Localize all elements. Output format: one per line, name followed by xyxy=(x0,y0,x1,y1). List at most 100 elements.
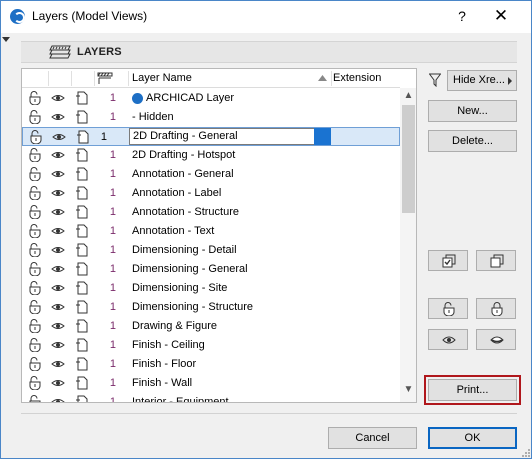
lock-icon[interactable] xyxy=(28,224,42,238)
eye-icon[interactable] xyxy=(51,319,65,333)
lock-icon[interactable] xyxy=(28,357,42,371)
wireframe-icon[interactable] xyxy=(75,281,89,295)
layer-name[interactable]: Interior - Equipment xyxy=(132,396,229,402)
layer-row[interactable]: 1 Annotation - Text xyxy=(22,222,400,241)
new-layer-button[interactable]: New... xyxy=(428,100,517,122)
intersection-group-number[interactable]: 1 xyxy=(97,131,107,143)
scroll-down-icon[interactable]: ▼ xyxy=(400,384,416,398)
eye-icon[interactable] xyxy=(51,205,65,219)
select-all-layers-button[interactable] xyxy=(428,250,468,271)
layer-name[interactable]: Finish - Floor xyxy=(132,358,196,370)
layer-name[interactable]: Dimensioning - Site xyxy=(132,282,227,294)
eye-icon[interactable] xyxy=(51,167,65,181)
layer-row[interactable]: 1 2D Drafting - Hotspot xyxy=(22,146,400,165)
layer-row[interactable]: 1 Finish - Wall xyxy=(22,374,400,393)
intersection-group-number[interactable]: 1 xyxy=(106,244,116,256)
wireframe-icon[interactable] xyxy=(75,167,89,181)
layer-row[interactable]: 1 Finish - Floor xyxy=(22,355,400,374)
eye-icon[interactable] xyxy=(51,262,65,276)
hide-layers-button[interactable] xyxy=(476,329,516,350)
vertical-scrollbar[interactable]: ▲ ▼ xyxy=(400,88,416,402)
lock-icon[interactable] xyxy=(28,300,42,314)
lock-icon[interactable] xyxy=(28,281,42,295)
deselect-layers-button[interactable] xyxy=(476,250,516,271)
wireframe-icon[interactable] xyxy=(75,110,89,124)
lock-icon[interactable] xyxy=(28,110,42,124)
wireframe-icon[interactable] xyxy=(75,338,89,352)
layer-row[interactable]: 1 Annotation - General xyxy=(22,165,400,184)
eye-icon[interactable] xyxy=(51,110,65,124)
wireframe-icon[interactable] xyxy=(75,91,89,105)
layer-row[interactable]: 1 Finish - Ceiling xyxy=(22,336,400,355)
intersection-group-number[interactable]: 1 xyxy=(106,263,116,275)
lock-icon[interactable] xyxy=(28,376,42,390)
layer-row[interactable]: 1 2D Drafting - General xyxy=(22,127,400,146)
wireframe-icon[interactable] xyxy=(75,262,89,276)
wireframe-icon[interactable] xyxy=(75,243,89,257)
lock-icon[interactable] xyxy=(28,205,42,219)
lock-icon[interactable] xyxy=(28,186,42,200)
lock-icon[interactable] xyxy=(29,130,43,144)
ok-button[interactable]: OK xyxy=(428,427,517,449)
layer-row[interactable]: 1 ARCHICAD Layer xyxy=(22,89,400,108)
layer-name[interactable]: Finish - Ceiling xyxy=(132,339,205,351)
close-button[interactable]: ✕ xyxy=(483,4,519,28)
eye-icon[interactable] xyxy=(51,243,65,257)
layer-name[interactable]: Annotation - Text xyxy=(132,225,214,237)
intersection-group-number[interactable]: 1 xyxy=(106,377,116,389)
layer-row[interactable]: 1 Dimensioning - Structure xyxy=(22,298,400,317)
layer-row[interactable]: 1 Dimensioning - Detail xyxy=(22,241,400,260)
layer-row[interactable]: 1 Drawing & Figure xyxy=(22,317,400,336)
intersection-group-number[interactable]: 1 xyxy=(106,168,116,180)
help-button[interactable]: ? xyxy=(447,4,477,28)
lock-icon[interactable] xyxy=(28,91,42,105)
lock-layers-button[interactable] xyxy=(476,298,516,319)
layer-name[interactable]: Annotation - Label xyxy=(132,187,221,199)
layer-row[interactable]: 1 Dimensioning - Site xyxy=(22,279,400,298)
layer-name[interactable]: Dimensioning - Detail xyxy=(132,244,237,256)
intersection-group-number[interactable]: 1 xyxy=(106,225,116,237)
eye-icon[interactable] xyxy=(52,130,66,144)
delete-layer-button[interactable]: Delete... xyxy=(428,130,517,152)
eye-icon[interactable] xyxy=(51,395,65,403)
intersection-group-number[interactable]: 1 xyxy=(106,206,116,218)
wireframe-icon[interactable] xyxy=(75,357,89,371)
show-layers-button[interactable] xyxy=(428,329,468,350)
extension-column-header[interactable]: Extension xyxy=(333,72,381,84)
intersection-group-number[interactable]: 1 xyxy=(106,92,116,104)
eye-icon[interactable] xyxy=(51,186,65,200)
eye-icon[interactable] xyxy=(51,224,65,238)
intersection-group-icon[interactable] xyxy=(97,72,113,85)
wireframe-icon[interactable] xyxy=(75,395,89,403)
layer-row[interactable]: 1 - Hidden xyxy=(22,108,400,127)
intersection-group-number[interactable]: 1 xyxy=(106,301,116,313)
eye-icon[interactable] xyxy=(51,338,65,352)
eye-icon[interactable] xyxy=(51,148,65,162)
intersection-group-number[interactable]: 1 xyxy=(106,149,116,161)
layer-name[interactable]: Dimensioning - General xyxy=(132,263,248,275)
layer-name[interactable]: Dimensioning - Structure xyxy=(132,301,253,313)
lock-icon[interactable] xyxy=(28,243,42,257)
layer-name[interactable]: Annotation - General xyxy=(132,168,234,180)
layer-name[interactable]: Annotation - Structure xyxy=(132,206,239,218)
lock-icon[interactable] xyxy=(28,262,42,276)
wireframe-icon[interactable] xyxy=(75,376,89,390)
layer-row[interactable]: 1 Dimensioning - General xyxy=(22,260,400,279)
layer-row[interactable]: 1 Interior - Equipment xyxy=(22,393,400,403)
lock-column-icon[interactable] xyxy=(28,71,42,85)
layer-name[interactable]: Finish - Wall xyxy=(132,377,192,389)
lock-icon[interactable] xyxy=(28,148,42,162)
lock-icon[interactable] xyxy=(28,319,42,333)
intersection-group-number[interactable]: 1 xyxy=(106,282,116,294)
collapse-triangle-icon[interactable] xyxy=(2,37,10,42)
layer-name[interactable]: Drawing & Figure xyxy=(132,320,217,332)
intersection-group-number[interactable]: 1 xyxy=(106,111,116,123)
wireframe-icon[interactable] xyxy=(76,130,90,144)
layer-row[interactable]: 1 Annotation - Structure xyxy=(22,203,400,222)
wireframe-icon[interactable] xyxy=(75,148,89,162)
layer-name[interactable]: 2D Drafting - General xyxy=(133,130,238,142)
wireframe-icon[interactable] xyxy=(75,319,89,333)
eye-icon[interactable] xyxy=(51,300,65,314)
wireframe-icon[interactable] xyxy=(75,186,89,200)
eye-icon[interactable] xyxy=(51,376,65,390)
